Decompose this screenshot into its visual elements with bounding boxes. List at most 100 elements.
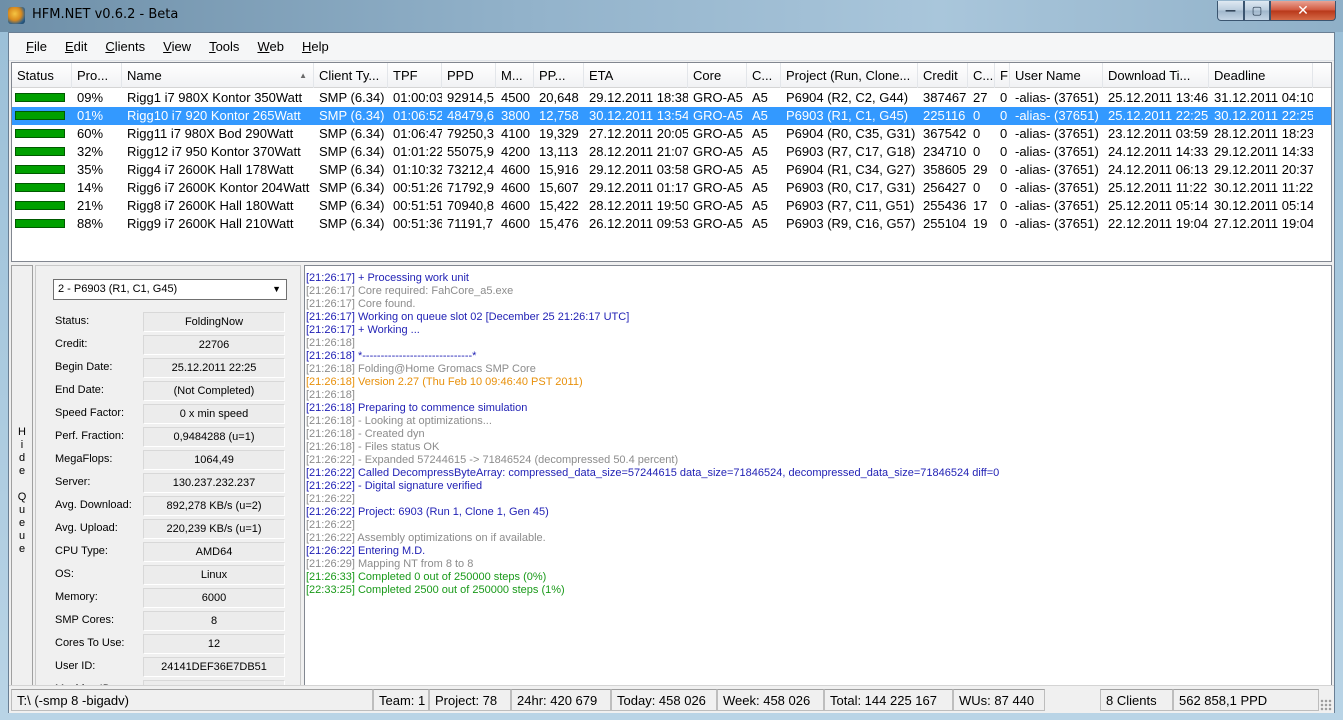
grid-cell: -alias- (37651) — [1015, 198, 1099, 213]
queue-field-value[interactable]: 12 — [143, 634, 285, 654]
column-header[interactable]: User Name — [1010, 63, 1103, 88]
column-header[interactable]: C... — [747, 63, 781, 88]
status-bar: T:\ (-smp 8 -bigadv) Team: 1 Project: 78… — [9, 685, 1334, 713]
column-header[interactable]: PP... — [534, 63, 584, 88]
log-line: [21:26:22] Project: 6903 (Run 1, Clone 1… — [306, 506, 549, 518]
menu-mnemonic: E — [64, 38, 74, 54]
column-header[interactable]: ETA — [584, 63, 688, 88]
column-header[interactable]: TPF — [388, 63, 442, 88]
column-header[interactable]: Deadline — [1209, 63, 1313, 88]
queue-field-value[interactable]: 220,239 KB/s (u=1) — [143, 519, 285, 539]
queue-slot-select[interactable]: 2 - P6903 (R1, C1, G45) ▼ — [53, 279, 287, 300]
grid-cell: Rigg6 i7 2600K Kontor 204Watt — [127, 180, 310, 195]
menu-item-help[interactable]: Help — [293, 33, 338, 61]
column-header[interactable]: Download Ti... — [1103, 63, 1209, 88]
column-header[interactable]: F — [995, 63, 1010, 88]
grid-cell: 0 — [973, 108, 981, 123]
queue-field-value[interactable]: 22706 — [143, 335, 285, 355]
grid-cell: A5 — [752, 180, 768, 195]
client-row[interactable]: 09% Rigg1 i7 980X Kontor 350Watt SMP (6.34… — [12, 89, 1331, 107]
grid-cell: 48479,6 — [447, 108, 494, 123]
queue-field-value[interactable]: 0 x min speed — [143, 404, 285, 424]
grid-cell: 3800 — [501, 108, 530, 123]
grid-cell: 4500 — [501, 90, 530, 105]
grid-cell: -alias- (37651) — [1015, 144, 1099, 159]
grid-cell: -alias- (37651) — [1015, 162, 1099, 177]
menu-item-edit[interactable]: Edit — [56, 33, 96, 61]
grid-header: Status Pro... Name ▲ Client Ty... TPF PPD M... P… — [12, 63, 1331, 88]
queue-panel: 2 - P6903 (R1, C1, G45) ▼ Status: Folding… — [35, 265, 301, 713]
queue-field-value[interactable]: (Not Completed) — [143, 381, 285, 401]
log-line: [21:26:18] - Looking at optimizations... — [306, 415, 492, 427]
queue-field-row: Credit: 22706 — [55, 335, 285, 355]
grid-cell: P6903 (R0, C17, G31) — [786, 180, 916, 195]
grid-cell: 24.12.2011 06:13 — [1108, 162, 1209, 177]
clients-grid[interactable]: Status Pro... Name ▲ Client Ty... TPF PPD M... P… — [11, 62, 1332, 262]
queue-field-value[interactable]: 130.237.232.237 — [143, 473, 285, 493]
queue-field-value[interactable]: 8 — [143, 611, 285, 631]
menu-item-web[interactable]: Web — [248, 33, 293, 61]
log-viewer[interactable]: [21:26:17] + Processing work unit [21:26:… — [304, 265, 1332, 713]
minimize-button[interactable]: — — [1217, 1, 1244, 21]
menu-label: ile — [33, 38, 47, 54]
queue-field-value[interactable]: 892,278 KB/s (u=2) — [143, 496, 285, 516]
grid-cell: P6904 (R0, C35, G31) — [786, 126, 916, 141]
queue-field-value[interactable]: 1064,49 — [143, 450, 285, 470]
resize-grip-icon[interactable] — [1320, 699, 1332, 711]
grid-cell: 01:06:52 — [393, 108, 442, 123]
queue-field-label: Avg. Download: — [55, 499, 132, 511]
client-row[interactable]: 14% Rigg6 i7 2600K Kontor 204Watt SMP (6.3… — [12, 179, 1331, 197]
app-icon — [8, 7, 25, 24]
queue-field-value[interactable]: AMD64 — [143, 542, 285, 562]
column-header[interactable]: Pro... — [72, 63, 122, 88]
grid-cell: 4600 — [501, 198, 530, 213]
status-indicator-icon — [15, 165, 65, 174]
grid-cell: GRO-A5 — [693, 144, 743, 159]
queue-field-value[interactable]: 0,9484288 (u=1) — [143, 427, 285, 447]
column-header[interactable]: Core — [688, 63, 747, 88]
grid-cell: P6903 (R1, C1, G45) — [786, 108, 909, 123]
grid-cell: 4600 — [501, 216, 530, 231]
queue-field-value[interactable]: 25.12.2011 22:25 — [143, 358, 285, 378]
client-row[interactable]: 21% Rigg8 i7 2600K Hall 180Watt SMP (6.34)… — [12, 197, 1331, 215]
menu-item-file[interactable]: File — [17, 33, 56, 61]
status-indicator-icon — [15, 219, 65, 228]
client-row[interactable]: 01% Rigg10 i7 920 Kontor 265Watt SMP (6.34… — [12, 107, 1331, 125]
grid-cell: 15,476 — [539, 216, 579, 231]
column-header[interactable]: PPD — [442, 63, 496, 88]
chevron-down-icon[interactable]: ▼ — [272, 280, 281, 299]
column-header-label: Download Ti... — [1108, 68, 1191, 83]
queue-field-value[interactable]: Linux — [143, 565, 285, 585]
column-header[interactable]: Project (Run, Clone... — [781, 63, 918, 88]
menu-item-view[interactable]: View — [154, 33, 200, 61]
queue-field-value[interactable]: 6000 — [143, 588, 285, 608]
queue-field-row: Server: 130.237.232.237 — [55, 473, 285, 493]
menu-item-clients[interactable]: Clients — [96, 33, 154, 61]
column-header[interactable]: M... — [496, 63, 534, 88]
queue-field-value[interactable]: 24141DEF36E7DB51 — [143, 657, 285, 677]
client-row[interactable]: 35% Rigg4 i7 2600K Hall 178Watt SMP (6.34)… — [12, 161, 1331, 179]
column-header[interactable]: Credit — [918, 63, 968, 88]
client-row[interactable]: 32% Rigg12 i7 950 Kontor 370Watt SMP (6.34… — [12, 143, 1331, 161]
maximize-button[interactable]: ▢ — [1244, 1, 1270, 21]
grid-cell: 01% — [77, 108, 104, 123]
close-button[interactable]: ✕ — [1270, 1, 1336, 21]
hide-queue-button[interactable]: Hide Queue — [11, 265, 33, 713]
status-arguments: T:\ (-smp 8 -bigadv) — [11, 689, 373, 711]
log-line: [21:26:18] Preparing to commence simulat… — [306, 402, 528, 414]
queue-field-label: OS: — [55, 568, 74, 580]
client-row[interactable]: 88% Rigg9 i7 2600K Hall 210Watt SMP (6.34)… — [12, 215, 1331, 233]
status-wus: WUs: 87 440 — [953, 689, 1045, 711]
grid-cell: GRO-A5 — [693, 108, 743, 123]
column-header[interactable]: Name ▲ — [122, 63, 314, 88]
grid-cell: 28.12.2011 21:07 — [589, 144, 688, 159]
grid-cell: 0 — [1000, 126, 1008, 141]
column-header[interactable]: Status — [12, 63, 72, 88]
client-row[interactable]: 60% Rigg11 i7 980X Bod 290Watt SMP (6.34) 0… — [12, 125, 1331, 143]
column-header[interactable]: Client Ty... — [314, 63, 388, 88]
grid-cell: 367542 — [923, 126, 967, 141]
menu-item-tools[interactable]: Tools — [200, 33, 248, 61]
queue-field-value[interactable]: FoldingNow — [143, 312, 285, 332]
column-header-label: ETA — [589, 68, 614, 83]
column-header[interactable]: C... — [968, 63, 995, 88]
